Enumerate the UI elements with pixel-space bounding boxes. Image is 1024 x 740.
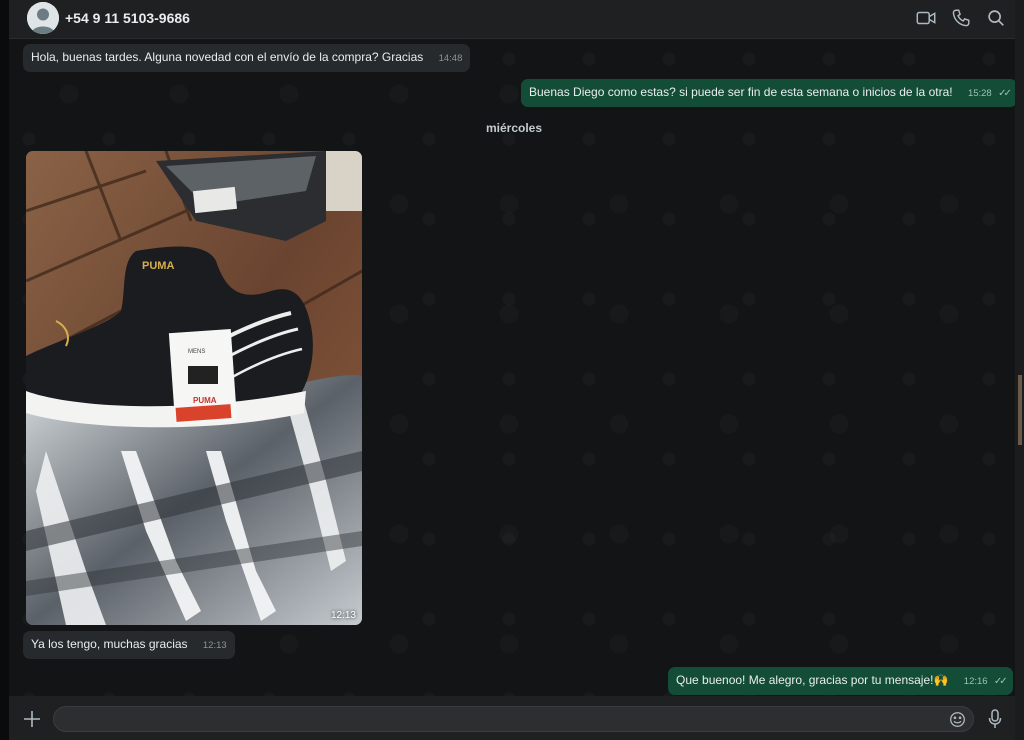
avatar[interactable] — [27, 2, 59, 34]
message-bubble-incoming[interactable]: Ya los tengo, muchas gracias 12:13 — [23, 631, 235, 659]
message-time: 15:28 — [967, 88, 992, 99]
message-bubble-incoming[interactable]: Hola, buenas tardes. Alguna novedad con … — [23, 44, 471, 72]
chat-header: +54 9 11 5103-9686 — [9, 0, 1015, 39]
microphone-icon[interactable] — [988, 709, 1002, 729]
window-edge — [1015, 0, 1024, 740]
message-text: Hola, buenas tardes. Alguna novedad con … — [31, 50, 424, 64]
contact-name[interactable]: +54 9 11 5103-9686 — [65, 10, 190, 26]
shoe-photo[interactable]: PUMA MENS PUMA — [26, 151, 362, 625]
chat-window: +54 9 11 5103-9686 Hola, buenas tardes. … — [9, 0, 1015, 740]
message-time: 12:16 — [963, 676, 988, 687]
message-list[interactable]: Hola, buenas tardes. Alguna novedad con … — [9, 39, 1015, 696]
read-receipt-icon: ✓✓ — [998, 88, 1012, 99]
voice-call-icon[interactable] — [950, 7, 972, 29]
image-time: 12:13 — [330, 610, 356, 621]
message-time: 14:48 — [438, 53, 463, 64]
message-bubble-outgoing[interactable]: Buenas Diego como estas? si puede ser fi… — [521, 79, 1015, 107]
message-text: Que buenoo! Me alegro, gracias por tu me… — [676, 673, 949, 687]
puma-brand-text: PUMA — [142, 260, 174, 272]
day-separator: miércoles — [486, 121, 543, 135]
avatar-icon — [27, 2, 59, 34]
read-receipt-icon: ✓✓ — [993, 676, 1008, 687]
composer — [9, 696, 1015, 740]
message-text: Ya los tengo, muchas gracias — [31, 637, 188, 651]
tag-text: MENS — [188, 349, 205, 355]
tag-brand-text: PUMA — [193, 396, 217, 405]
emoji-icon[interactable] — [949, 711, 966, 728]
video-call-icon[interactable] — [915, 7, 937, 29]
edge-accent — [1018, 375, 1022, 445]
image-message[interactable]: PUMA MENS PUMA 12:13 — [26, 151, 362, 625]
search-icon[interactable] — [985, 7, 1007, 29]
message-input[interactable] — [53, 706, 974, 732]
message-bubble-outgoing[interactable]: Que buenoo! Me alegro, gracias por tu me… — [668, 667, 1013, 695]
message-time: 12:13 — [202, 640, 227, 651]
plus-icon[interactable] — [23, 710, 41, 728]
message-text: Buenas Diego como estas? si puede ser fi… — [529, 85, 953, 99]
